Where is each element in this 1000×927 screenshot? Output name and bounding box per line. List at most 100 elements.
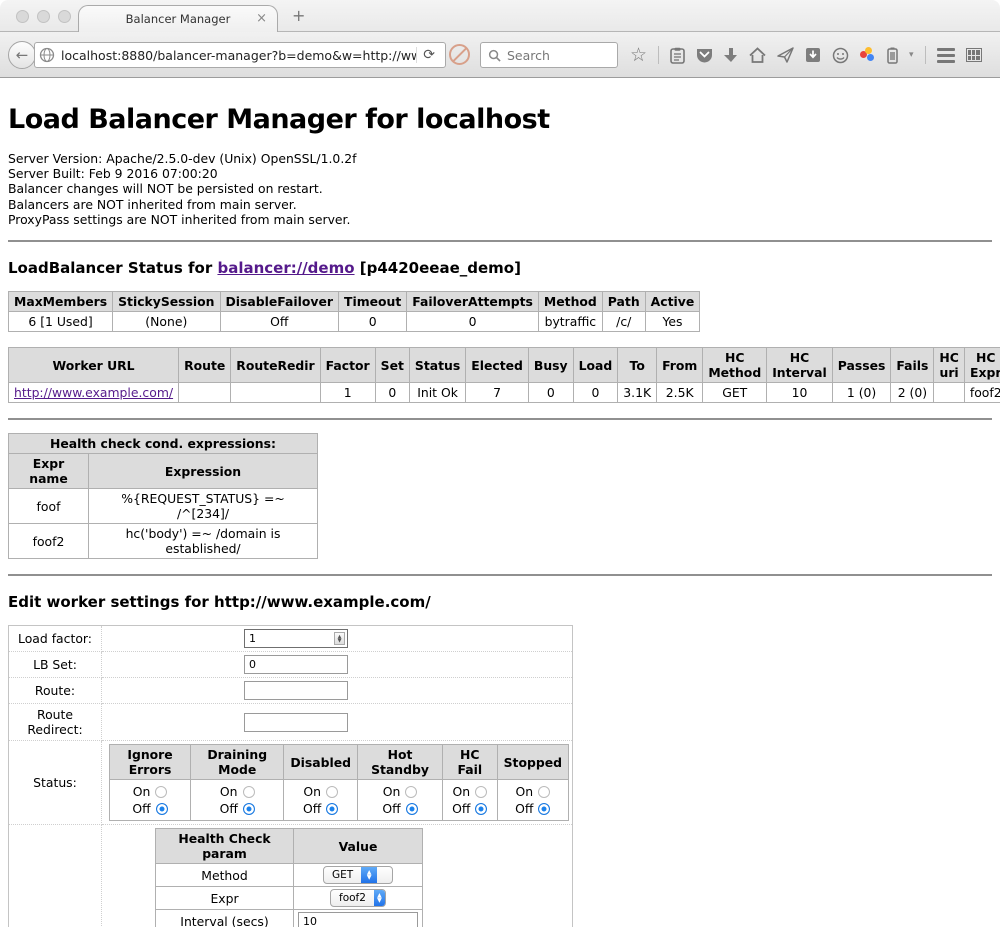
tab-balancer-manager[interactable]: Balancer Manager ×	[78, 5, 278, 32]
tab-close-icon[interactable]: ×	[256, 11, 267, 26]
cell-from: 2.5K	[657, 383, 703, 403]
close-window-button[interactable]	[16, 10, 29, 23]
hot-standby-on-radio[interactable]	[405, 786, 417, 798]
draining-mode-off-radio[interactable]	[243, 803, 255, 815]
cell-fails: 2 (0)	[891, 383, 934, 403]
colors-cluster-icon[interactable]	[860, 47, 876, 63]
zoom-window-button[interactable]	[58, 10, 71, 23]
page-title: Load Balancer Manager for localhost	[8, 104, 992, 135]
hot-standby-off-radio[interactable]	[406, 803, 418, 815]
radio-off-label: Off	[132, 801, 150, 816]
feedback-smiley-icon[interactable]	[832, 47, 849, 64]
radio-off-label: Off	[303, 801, 321, 816]
clipboard-icon[interactable]	[670, 47, 685, 64]
method-select-value: GET	[324, 869, 361, 881]
table-row: Method GET ▲▼	[156, 864, 423, 887]
back-button[interactable]: ←	[8, 41, 36, 69]
search-placeholder[interactable]: Search	[507, 48, 550, 63]
divider	[8, 574, 992, 576]
col-header: HC uri	[934, 348, 964, 383]
col-header: Active	[645, 292, 700, 312]
method-select[interactable]: GET ▲▼	[323, 866, 393, 884]
lb-set-input[interactable]	[244, 655, 348, 674]
globe-icon	[39, 47, 55, 63]
send-icon[interactable]	[777, 47, 794, 63]
minimize-window-button[interactable]	[37, 10, 50, 23]
back-icon: ←	[16, 46, 29, 64]
table-row: foof %{REQUEST_STATUS} =~ /^[234]/	[9, 489, 318, 524]
col-header: Ignore Errors	[110, 745, 191, 780]
radio-on-label: On	[133, 784, 151, 799]
grid-panel-icon[interactable]	[966, 48, 982, 62]
empty-cell	[9, 825, 102, 927]
cell-to: 3.1K	[618, 383, 657, 403]
col-header: From	[657, 348, 703, 383]
balancer-demo-link[interactable]: balancer://demo	[217, 259, 354, 277]
stopped-on-radio[interactable]	[538, 786, 550, 798]
cell-expression: hc('body') =~ /domain is established/	[89, 524, 318, 559]
worker-url-link[interactable]: http://www.example.com/	[14, 385, 173, 400]
select-arrows-icon: ▲▼	[361, 866, 377, 884]
cell-hc-expr: foof2	[964, 383, 1000, 403]
menu-icon[interactable]	[937, 48, 955, 63]
col-header: Value	[294, 829, 423, 864]
table-row: Interval (secs)	[156, 910, 423, 927]
disabled-off-radio[interactable]	[326, 803, 338, 815]
divider	[8, 418, 992, 420]
form-row-load-factor: Load factor: ▲▼	[9, 626, 573, 652]
route-input[interactable]	[244, 681, 348, 700]
home-icon[interactable]	[749, 47, 766, 63]
expr-select-value: foof2	[331, 892, 374, 904]
hc-fail-on-radio[interactable]	[475, 786, 487, 798]
radio-on-label: On	[220, 784, 238, 799]
stopped-off-radio[interactable]	[538, 803, 550, 815]
toolbar-icons: ☆	[630, 42, 982, 68]
bookmark-star-icon[interactable]: ☆	[630, 46, 647, 65]
col-header: HC Fail	[442, 745, 497, 780]
cell-expression: %{REQUEST_STATUS} =~ /^[234]/	[89, 489, 318, 524]
radio-on-label: On	[515, 784, 533, 799]
device-battery-icon[interactable]	[887, 47, 898, 64]
separator	[658, 46, 659, 64]
col-header: Expr name	[9, 454, 89, 489]
proxypass-note-line: ProxyPass settings are NOT inherited fro…	[8, 212, 992, 227]
draining-mode-on-radio[interactable]	[243, 786, 255, 798]
content-blocker-icon[interactable]	[449, 44, 470, 65]
col-header: HC Interval	[767, 348, 833, 383]
hc-fail-off-radio[interactable]	[475, 803, 487, 815]
disabled-on-radio[interactable]	[326, 786, 338, 798]
load-factor-input[interactable]	[244, 629, 348, 648]
number-stepper-icon[interactable]: ▲▼	[334, 632, 345, 645]
col-header: HC Method	[703, 348, 767, 383]
balancer-status-heading: LoadBalancer Status for balancer://demo …	[8, 259, 992, 277]
cell-load: 0	[573, 383, 618, 403]
ignore-errors-on-radio[interactable]	[155, 786, 167, 798]
new-tab-button[interactable]: +	[292, 8, 305, 24]
col-header: Fails	[891, 348, 934, 383]
table-row: 6 [1 Used] (None) Off 0 0 bytraffic /c/ …	[9, 312, 700, 332]
interval-input[interactable]	[298, 912, 418, 927]
window-controls[interactable]	[16, 10, 71, 23]
hc-expressions-table: Health check cond. expressions: Expr nam…	[8, 433, 318, 559]
url-bar[interactable]: localhost:8880/balancer-manager?b=demo&w…	[34, 42, 446, 68]
table-header-row: MaxMembers StickySession DisableFailover…	[9, 292, 700, 312]
chevron-down-icon[interactable]: ▾	[909, 50, 914, 60]
url-text[interactable]: localhost:8880/balancer-manager?b=demo&w…	[61, 48, 416, 63]
route-redirect-input[interactable]	[244, 713, 348, 732]
col-header: StickySession	[113, 292, 220, 312]
form-row-route-redirect: Route Redirect:	[9, 704, 573, 741]
route-redirect-label: Route Redirect:	[9, 704, 102, 741]
status-label: Status:	[9, 741, 102, 825]
divider	[8, 240, 992, 242]
download-icon[interactable]	[724, 47, 738, 63]
cell-factor: 1	[320, 383, 375, 403]
col-header: DisableFailover	[220, 292, 339, 312]
pocket-icon[interactable]	[696, 47, 713, 63]
col-header: Disabled	[284, 745, 358, 780]
save-to-box-icon[interactable]	[805, 47, 821, 63]
expr-select[interactable]: foof2 ▲▼	[330, 889, 386, 907]
load-factor-label: Load factor:	[9, 626, 102, 652]
reload-icon[interactable]: ⟳	[416, 47, 441, 63]
ignore-errors-off-radio[interactable]	[156, 803, 168, 815]
search-bar[interactable]: Search	[480, 42, 618, 68]
